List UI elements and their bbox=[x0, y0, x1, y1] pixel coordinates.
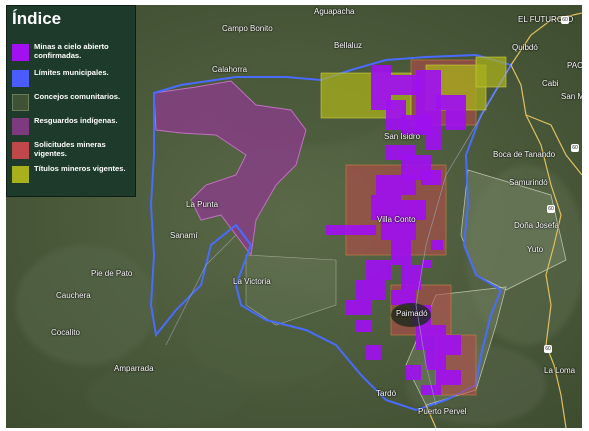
place-label: Puerto Pervel bbox=[418, 407, 467, 416]
place-label: Pie de Pato bbox=[91, 269, 133, 278]
legend-swatch bbox=[12, 44, 29, 61]
legend-swatch bbox=[12, 118, 29, 135]
legend-title: Índice bbox=[12, 9, 62, 28]
place-label: San Ma bbox=[561, 92, 582, 101]
place-label: Calahorra bbox=[212, 65, 248, 74]
place-label: La Punta bbox=[186, 200, 219, 209]
place-label: Yuto bbox=[527, 245, 544, 254]
road-shield: 60 bbox=[544, 345, 552, 353]
legend-swatch bbox=[12, 94, 29, 111]
place-label: Cocalito bbox=[51, 328, 80, 337]
legend-item-mining-titles: Títulos mineros vigentes. bbox=[12, 164, 136, 190]
map-legend: Índice Minas a cielo abierto confirmadas… bbox=[6, 5, 136, 197]
legend-item-mining-requests: Solicitudes mineras vigentes. bbox=[12, 140, 136, 166]
place-label: Aguapacha bbox=[314, 7, 355, 16]
place-label: Quibdó bbox=[512, 43, 538, 52]
legend-label: Concejos comunitarios. bbox=[34, 92, 121, 101]
legend-label: Límites municipales. bbox=[34, 68, 109, 77]
road-shield: 60 bbox=[547, 205, 555, 213]
legend-label: Títulos mineros vigentes. bbox=[34, 164, 126, 173]
legend-label: Resguardos indígenas. bbox=[34, 116, 118, 125]
legend-swatch bbox=[12, 166, 29, 183]
legend-item-community-councils: Concejos comunitarios. bbox=[12, 92, 136, 118]
place-label: Cauchera bbox=[56, 291, 91, 300]
place-label: Villa Conto bbox=[377, 215, 416, 224]
legend-item-indigenous-reserves: Resguardos indígenas. bbox=[12, 116, 136, 142]
map-frame: Aguapacha Campo Bonito EL FUTURCLO Bella… bbox=[6, 5, 582, 428]
place-label: Samurindó bbox=[509, 178, 548, 187]
place-label: Doña Josefa bbox=[514, 221, 559, 230]
legend-item-municipal-limits: Límites municipales. bbox=[12, 68, 136, 94]
legend-swatch bbox=[12, 70, 29, 87]
place-label: Bellaluz bbox=[334, 41, 363, 50]
place-label: Boca de Tanando bbox=[493, 150, 556, 159]
place-label: La Victoria bbox=[233, 277, 271, 286]
place-label: San Isidro bbox=[384, 132, 421, 141]
road-shield: 60 bbox=[571, 144, 579, 152]
legend-swatch bbox=[12, 142, 29, 159]
place-label: Paimadó bbox=[396, 309, 428, 318]
place-label: Cabi bbox=[542, 79, 559, 88]
place-label: Tardó bbox=[376, 389, 397, 398]
legend-label: Minas a cielo abierto confirmadas. bbox=[34, 42, 109, 60]
road-shield: 60 bbox=[561, 16, 569, 24]
place-label: PAC bbox=[567, 61, 582, 70]
place-label: Amparrada bbox=[114, 364, 154, 373]
place-label: Sanamí bbox=[170, 231, 198, 240]
legend-label: Solicitudes mineras vigentes. bbox=[34, 140, 106, 158]
place-label: La Loma bbox=[544, 366, 576, 375]
place-label: Campo Bonito bbox=[222, 24, 273, 33]
legend-item-open-pit-mines: Minas a cielo abierto confirmadas. bbox=[12, 42, 136, 68]
